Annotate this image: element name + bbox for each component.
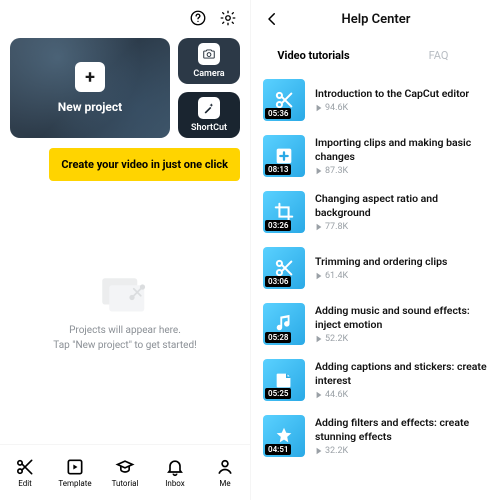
item-title: Adding captions and stickers: create int… [315,360,489,387]
play-icon [315,272,323,280]
help-icon[interactable] [188,8,208,28]
item-meta: Importing clips and making basic changes… [315,135,489,177]
editor-home-screen: + New project Camera ShortCut Create [0,0,250,500]
item-meta: Adding filters and effects: create stunn… [315,415,489,457]
item-title: Changing aspect ratio and background [315,192,489,219]
item-views: 32.2K [315,446,489,456]
empty-line-1: Projects will appear here. [53,323,196,338]
item-meta: Trimming and ordering clips 61.4K [315,247,447,289]
scissors-icon [15,457,35,477]
plus-icon: + [75,62,105,92]
duration-badge: 08:13 [265,164,291,175]
list-item[interactable]: 05:28 Adding music and sound effects: inj… [263,296,489,352]
tab-label: Tutorial [112,479,139,488]
thumbnail: 03:26 [263,191,305,233]
page-title: Help Center [261,12,491,27]
item-views: 52.2K [315,334,489,344]
thumbnail: 05:36 [263,79,305,121]
duration-badge: 04:51 [265,444,291,455]
empty-illustration-icon [97,273,153,315]
item-meta: Adding music and sound effects: inject e… [315,303,489,345]
empty-state: Projects will appear here. Tap "New proj… [0,181,250,444]
tab-me[interactable]: Me [200,445,250,500]
play-icon [315,447,323,455]
tab-template[interactable]: Template [50,445,100,500]
duration-badge: 03:26 [265,220,291,231]
tab-edit[interactable]: Edit [0,445,50,500]
shortcut-label: ShortCut [191,123,227,133]
duration-badge: 05:28 [265,332,291,343]
cta-banner[interactable]: Create your video in just one click [49,148,240,181]
list-item[interactable]: 05:36 Introduction to the CapCut editor 94… [263,72,489,128]
new-project-label: New project [58,100,122,114]
new-project-button[interactable]: + New project [10,38,170,138]
item-title: Adding filters and effects: create stunn… [315,416,489,443]
tab-label: Me [219,479,230,488]
help-tabs: Video tutorials FAQ [251,38,501,72]
thumbnail: 05:25 [263,359,305,401]
list-item[interactable]: 04:51 Adding filters and effects: create … [263,408,489,464]
duration-badge: 05:25 [265,388,291,399]
camera-label: Camera [193,69,224,79]
list-item[interactable]: 03:06 Trimming and ordering clips 61.4K [263,240,489,296]
list-item[interactable]: 05:25 Adding captions and stickers: creat… [263,352,489,408]
play-icon [315,335,323,343]
side-tiles: Camera ShortCut [178,38,240,138]
camera-button[interactable]: Camera [178,38,240,84]
tab-inbox[interactable]: Inbox [150,445,200,500]
item-title: Importing clips and making basic changes [315,136,489,163]
play-icon [315,223,323,231]
thumbnail: 05:28 [263,303,305,345]
tutorial-list: 05:36 Introduction to the CapCut editor 94… [251,72,501,500]
item-views: 61.4K [315,271,447,281]
help-center-screen: Help Center Video tutorials FAQ 05:36 Int… [250,0,501,500]
list-item[interactable]: 08:13 Importing clips and making basic ch… [263,128,489,184]
item-meta: Adding captions and stickers: create int… [315,359,489,401]
help-header: Help Center [251,0,501,38]
duration-badge: 05:36 [265,108,291,119]
thumbnail: 03:06 [263,247,305,289]
template-icon [65,457,85,477]
magic-wand-icon [198,97,220,119]
item-meta: Introduction to the CapCut editor 94.6K [315,79,469,121]
tab-video-tutorials[interactable]: Video tutorials [251,38,376,72]
empty-text: Projects will appear here. Tap "New proj… [53,323,196,353]
item-title: Adding music and sound effects: inject e… [315,304,489,331]
item-title: Introduction to the CapCut editor [315,87,469,101]
item-views: 94.6K [315,103,469,113]
thumbnail: 04:51 [263,415,305,457]
play-icon [315,167,323,175]
settings-icon[interactable] [218,8,238,28]
hero-row: + New project Camera ShortCut [0,32,250,138]
top-icons [0,0,250,32]
item-views: 87.3K [315,166,489,176]
duration-badge: 03:06 [265,276,291,287]
tab-tutorial[interactable]: Tutorial [100,445,150,500]
empty-line-2: Tap "New project" to get started! [53,338,196,353]
play-icon [315,104,323,112]
item-views: 44.6K [315,390,489,400]
shortcut-button[interactable]: ShortCut [178,92,240,138]
tab-label: Inbox [165,479,185,488]
camera-icon [198,43,220,65]
item-meta: Changing aspect ratio and background 77.8… [315,191,489,233]
thumbnail: 08:13 [263,135,305,177]
person-icon [215,457,235,477]
play-icon [315,391,323,399]
tutorial-icon [115,457,135,477]
item-views: 77.8K [315,222,489,232]
tab-label: Edit [18,479,32,488]
tab-label: Template [58,479,91,488]
item-title: Trimming and ordering clips [315,255,447,269]
bell-icon [165,457,185,477]
list-item[interactable]: 03:26 Changing aspect ratio and backgroun… [263,184,489,240]
tab-faq[interactable]: FAQ [376,38,501,72]
bottom-tab-bar: Edit Template Tutorial Inbox Me [0,444,250,500]
